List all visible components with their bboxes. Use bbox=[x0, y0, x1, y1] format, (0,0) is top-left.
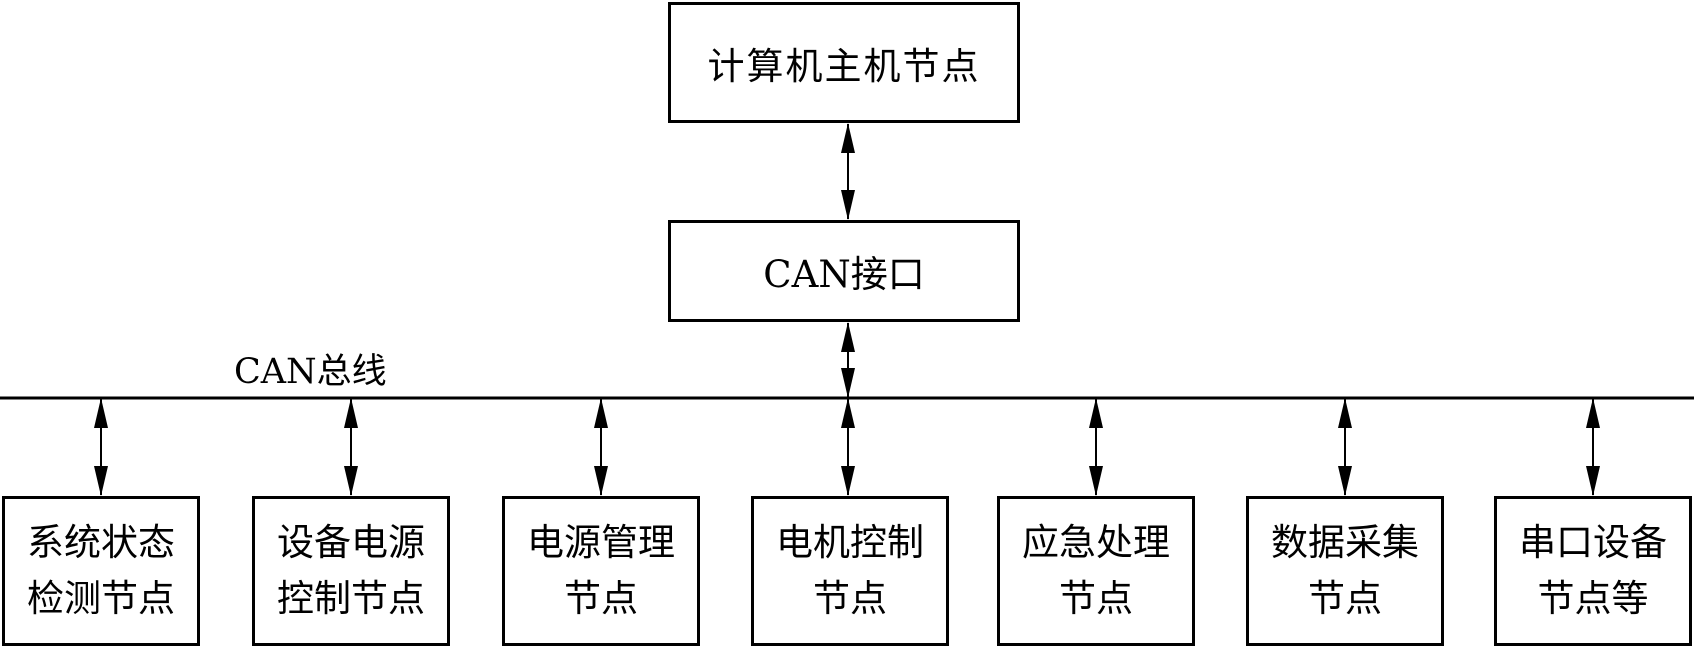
node-data-acquisition: 数据采集 节点 bbox=[1246, 496, 1444, 646]
node-device-power-control: 设备电源 控制节点 bbox=[252, 496, 450, 646]
node-label-line1: 电源管理 bbox=[527, 521, 675, 564]
node-label-line2: 节点等 bbox=[1537, 577, 1649, 620]
node-label-line1: 数据采集 bbox=[1271, 521, 1419, 564]
host-computer-node: 计算机主机节点 bbox=[668, 2, 1020, 123]
node-label-line2: 检测节点 bbox=[27, 577, 175, 620]
node-power-management: 电源管理 节点 bbox=[502, 496, 700, 646]
node-system-status-detection: 系统状态 检测节点 bbox=[2, 496, 200, 646]
can-interface-box: CAN接口 bbox=[668, 220, 1020, 322]
node-emergency-handling: 应急处理 节点 bbox=[997, 496, 1195, 646]
node-label-line2: 控制节点 bbox=[277, 577, 425, 620]
can-bus-label: CAN总线 bbox=[234, 352, 387, 392]
node-label-line1: 电机控制 bbox=[776, 521, 924, 564]
node-label-line2: 节点 bbox=[1308, 577, 1382, 620]
node-label-line1: 串口设备 bbox=[1519, 521, 1667, 564]
node-label-line1: 系统状态 bbox=[27, 521, 175, 564]
node-serial-devices: 串口设备 节点等 bbox=[1494, 496, 1692, 646]
node-motor-control: 电机控制 节点 bbox=[751, 496, 949, 646]
node-label-line2: 节点 bbox=[1059, 577, 1133, 620]
host-computer-node-label: 计算机主机节点 bbox=[707, 44, 981, 88]
node-label-line2: 节点 bbox=[813, 577, 887, 620]
can-interface-label: CAN接口 bbox=[763, 253, 925, 296]
node-label-line2: 节点 bbox=[564, 577, 638, 620]
node-label-line1: 设备电源 bbox=[277, 521, 425, 564]
node-label-line1: 应急处理 bbox=[1022, 521, 1170, 564]
